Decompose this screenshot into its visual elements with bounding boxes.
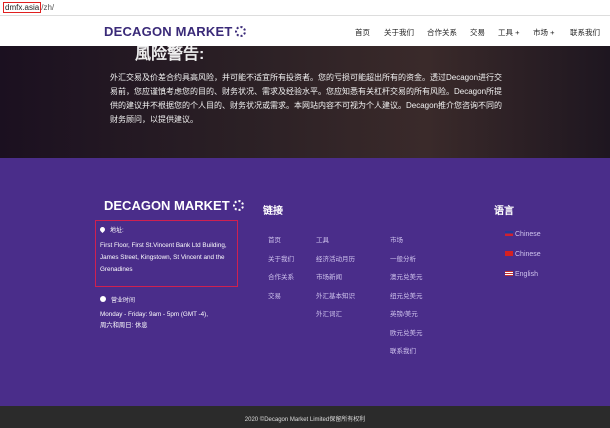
footer-link-tools[interactable]: 工具 bbox=[316, 234, 329, 244]
footer-link-eurusd[interactable]: 欧元兑美元 bbox=[390, 327, 423, 337]
logo-icon bbox=[235, 26, 247, 37]
footer-link-partnership[interactable]: 合作关系 bbox=[268, 271, 294, 281]
logo-text: DECAGON MARKET bbox=[104, 24, 233, 39]
hours-label: 营业时间 bbox=[100, 295, 135, 304]
footer-link-audusd[interactable]: 澳元兑美元 bbox=[390, 271, 423, 281]
nav-about[interactable]: 关于我们 bbox=[384, 27, 414, 38]
us-flag-icon bbox=[505, 271, 513, 276]
footer-link-gbpusd[interactable]: 英镑/美元 bbox=[390, 308, 418, 318]
nav-contact[interactable]: 联系我们 bbox=[570, 27, 600, 38]
nav-home[interactable]: 首页 bbox=[355, 27, 370, 38]
language-title: 语言 bbox=[494, 206, 514, 217]
footer-link-home[interactable]: 首页 bbox=[268, 234, 281, 244]
nav-tools[interactable]: 工具 + bbox=[498, 27, 519, 38]
risk-warning-banner: 風险警告: 外汇交易及价差合约具高风险，并可能不适宜所有投资者。您的亏损可能超出… bbox=[0, 46, 610, 158]
logo-icon bbox=[232, 200, 244, 211]
address-bar[interactable]: dmfx.asia/zh/ bbox=[0, 0, 610, 16]
clock-icon bbox=[100, 296, 106, 302]
links-title: 链接 bbox=[263, 206, 283, 217]
address-text: First Floor, First St.Vincent Bank Ltd B… bbox=[100, 242, 227, 273]
risk-warning-title: 風险警告: bbox=[135, 46, 205, 63]
footer-link-market[interactable]: 市场 bbox=[390, 234, 403, 244]
address-label: 地址: bbox=[98, 225, 124, 234]
footer-logo[interactable]: DECAGON MARKET bbox=[104, 198, 244, 213]
risk-warning-text: 外汇交易及价差合约具高风险，并可能不适宜所有投资者。您的亏损可能超出所有的资金。… bbox=[110, 73, 503, 124]
hours-text: Monday - Friday: 9am - 5pm (GMT -4), 周六和周… bbox=[100, 311, 209, 329]
nav-trading[interactable]: 交易 bbox=[470, 27, 485, 38]
taiwan-flag-icon bbox=[505, 231, 513, 236]
footer-logo-text: DECAGON MARKET bbox=[104, 198, 230, 213]
nav-market[interactable]: 市场 + bbox=[533, 27, 554, 38]
site-header: DECAGON MARKET 首页 关于我们 合作关系 交易 工具 + 市场 +… bbox=[0, 16, 610, 46]
language-chinese-simplified[interactable]: Chinese bbox=[505, 251, 541, 258]
china-flag-icon bbox=[505, 251, 513, 256]
footer-link-glossary[interactable]: 外汇词汇 bbox=[316, 308, 342, 318]
language-english[interactable]: English bbox=[505, 271, 538, 278]
footer-link-trading[interactable]: 交易 bbox=[268, 290, 281, 300]
copyright-bar: 2020 ©Decagon Market Limited保留所有权利 bbox=[0, 406, 610, 428]
footer-link-calendar[interactable]: 经济活动月历 bbox=[316, 253, 355, 263]
footer-link-basics[interactable]: 外汇基本知识 bbox=[316, 290, 355, 300]
language-chinese-traditional[interactable]: Chinese bbox=[505, 231, 541, 238]
location-pin-icon bbox=[98, 225, 107, 234]
copyright-text: 2020 ©Decagon Market Limited保留所有权利 bbox=[244, 417, 366, 423]
footer-link-analysis[interactable]: 一般分析 bbox=[390, 253, 416, 263]
footer-link-nzdusd[interactable]: 纽元兑美元 bbox=[390, 290, 423, 300]
footer-link-contact[interactable]: 联系我们 bbox=[390, 345, 416, 355]
footer-link-news[interactable]: 市场新闻 bbox=[316, 271, 342, 281]
site-logo[interactable]: DECAGON MARKET bbox=[104, 24, 247, 39]
site-footer: DECAGON MARKET 地址: First Floor, First St… bbox=[0, 158, 610, 406]
footer-link-about[interactable]: 关于我们 bbox=[268, 253, 294, 263]
nav-partnership[interactable]: 合作关系 bbox=[427, 27, 457, 38]
url-path: /zh/ bbox=[41, 3, 55, 12]
url-host: dmfx.asia bbox=[3, 2, 42, 13]
